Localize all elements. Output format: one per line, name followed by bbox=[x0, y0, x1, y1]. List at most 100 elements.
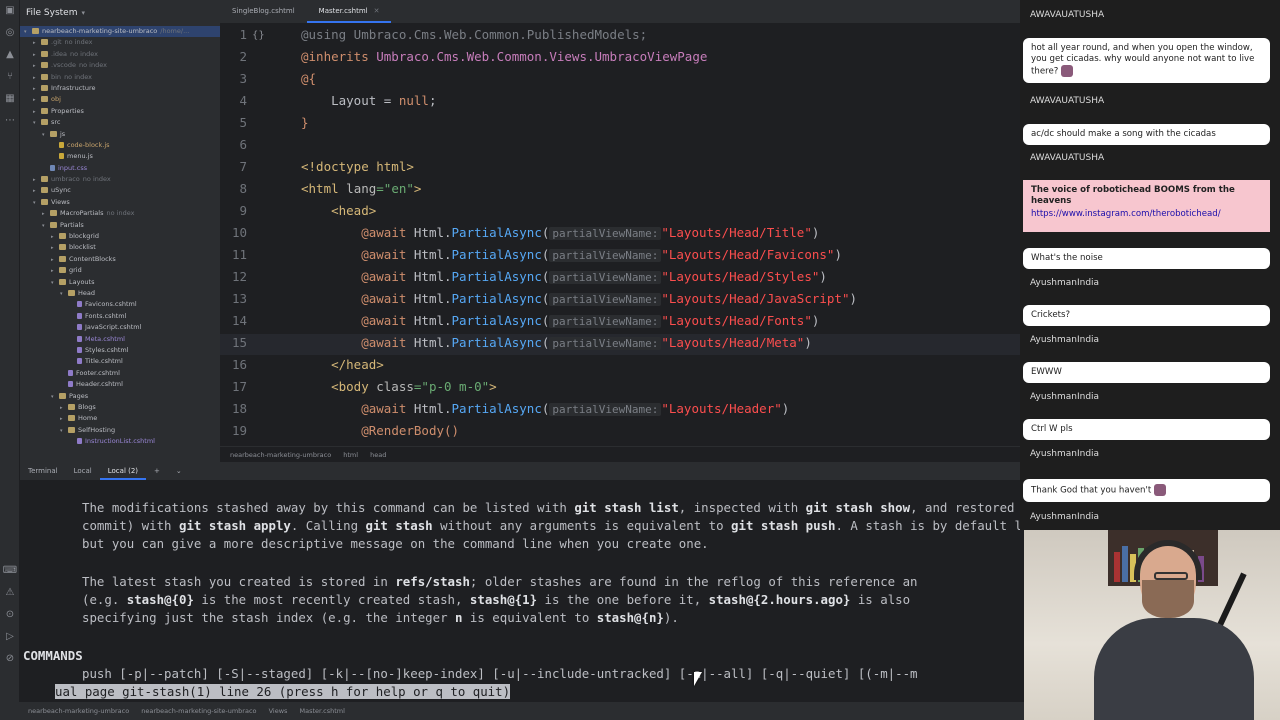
tree-item[interactable]: ▸ uSync bbox=[20, 185, 220, 196]
tab-local[interactable]: Local bbox=[66, 462, 100, 480]
tree-item[interactable]: code-block.js bbox=[20, 140, 220, 151]
tree-item[interactable]: Meta.cshtml bbox=[20, 334, 220, 345]
chat-message: ac/dc should make a song with the cicada… bbox=[1023, 124, 1270, 145]
tree-item[interactable]: ▸ Blogs bbox=[20, 402, 220, 413]
commit-icon[interactable]: ◎ bbox=[0, 22, 20, 44]
problems-icon[interactable]: ⚠ bbox=[0, 582, 20, 604]
tree-item[interactable]: InstructionList.cshtml bbox=[20, 436, 220, 447]
structure-icon[interactable]: ▲ bbox=[0, 44, 20, 66]
tree-root[interactable]: ▾ nearbeach-marketing-site-umbraco/home/.… bbox=[20, 26, 220, 38]
tree-item-label: Title.cshtml bbox=[85, 357, 123, 366]
breadcrumb-item[interactable]: head bbox=[370, 451, 386, 459]
services-icon[interactable]: ⊙ bbox=[0, 604, 20, 626]
chat-message: What's the noise bbox=[1023, 248, 1270, 269]
breadcrumb-item[interactable]: nearbeach-marketing-umbraco bbox=[230, 451, 331, 459]
tree-item[interactable]: ▸ .git no index bbox=[20, 37, 220, 48]
tree-item[interactable]: ▾ SelfHosting bbox=[20, 425, 220, 436]
tree-item[interactable]: input.css bbox=[20, 163, 220, 174]
tree-item-label: grid bbox=[69, 266, 82, 275]
tree-item[interactable]: ▾ js bbox=[20, 129, 220, 140]
packages-icon[interactable]: ▦ bbox=[0, 88, 20, 110]
tree-item[interactable]: ▾ Partials bbox=[20, 220, 220, 231]
chevron-down-icon[interactable]: ▾ bbox=[81, 9, 85, 17]
project-icon[interactable]: ▣ bbox=[0, 0, 20, 22]
add-tab-button[interactable]: + bbox=[146, 462, 168, 480]
tree-item[interactable]: Styles.cshtml bbox=[20, 345, 220, 356]
section-heading: COMMANDS bbox=[23, 648, 83, 663]
terminal-line: The latest stash you created is stored i… bbox=[82, 574, 918, 589]
status-item[interactable]: Views bbox=[269, 707, 288, 715]
alert-link[interactable]: https://www.instagram.com/therobotichead… bbox=[1031, 209, 1262, 220]
tree-item-label: umbraco bbox=[51, 175, 80, 184]
code-line-7: <!doctype html> bbox=[301, 159, 414, 174]
tree-item[interactable]: ▾ Views bbox=[20, 197, 220, 208]
tree-item[interactable]: ▾ Layouts bbox=[20, 277, 220, 288]
more-icon[interactable]: ⋯ bbox=[0, 110, 20, 132]
tree-item[interactable]: Footer.cshtml bbox=[20, 368, 220, 379]
folder-icon bbox=[41, 50, 48, 57]
file-tree: File System ▾ ▾ nearbeach-marketing-site-… bbox=[20, 0, 220, 462]
tree-item[interactable]: ▸ Properties bbox=[20, 106, 220, 117]
git-icon[interactable]: ⑂ bbox=[0, 66, 20, 88]
tree-item-label: ContentBlocks bbox=[69, 254, 116, 263]
tree-item[interactable]: JavaScript.cshtml bbox=[20, 322, 220, 333]
chat-message: Thank God that you haven't bbox=[1023, 479, 1270, 502]
breadcrumb-item[interactable]: html bbox=[343, 451, 358, 459]
tree-item[interactable]: ▸ Home bbox=[20, 413, 220, 424]
folder-icon bbox=[59, 392, 66, 399]
file-icon bbox=[77, 358, 82, 365]
tree-item-label: input.css bbox=[58, 163, 88, 172]
tree-item[interactable]: ▸ bin no index bbox=[20, 72, 220, 83]
tree-item[interactable]: Title.cshtml bbox=[20, 356, 220, 367]
tree-item[interactable]: ▸ ContentBlocks bbox=[20, 254, 220, 265]
tree-item[interactable]: ▸ .vscode no index bbox=[20, 60, 220, 71]
tree-item-label: bin bbox=[51, 72, 62, 81]
status-item[interactable]: nearbeach-marketing-site-umbraco bbox=[141, 707, 256, 715]
status-item[interactable]: Master.cshtml bbox=[299, 707, 344, 715]
tree-root-label: nearbeach-marketing-site-umbraco bbox=[42, 27, 158, 35]
tree-item[interactable]: Fonts.cshtml bbox=[20, 311, 220, 322]
tab-master[interactable]: Master.cshtml ✕ bbox=[306, 0, 392, 23]
folder-icon bbox=[50, 221, 57, 228]
close-icon[interactable]: ✕ bbox=[374, 7, 380, 15]
chevron-down-icon[interactable]: ⌄ bbox=[168, 462, 190, 480]
tab-label: Master.cshtml bbox=[318, 7, 368, 15]
status-item[interactable]: nearbeach-marketing-umbraco bbox=[28, 707, 129, 715]
tree-item[interactable]: ▾ Pages bbox=[20, 391, 220, 402]
chat-message: hot all year round, and when you open th… bbox=[1023, 38, 1270, 83]
run-icon[interactable]: ▷ bbox=[0, 626, 20, 648]
tree-item-label: MacroPartials bbox=[60, 209, 104, 218]
tree-item[interactable]: Favicons.cshtml bbox=[20, 299, 220, 310]
folder-icon bbox=[41, 84, 48, 91]
tree-item[interactable]: ▸ blocklist bbox=[20, 242, 220, 253]
webcam-feed bbox=[1024, 530, 1280, 720]
chat-message: EWWW bbox=[1023, 362, 1270, 383]
tree-item[interactable]: ▸ umbraco no index bbox=[20, 174, 220, 185]
tree-header[interactable]: File System ▾ bbox=[20, 0, 220, 26]
terminal-output[interactable]: The modifications stashed away by this c… bbox=[20, 480, 1024, 702]
file-icon bbox=[77, 335, 82, 342]
terminal-icon[interactable]: ⌨ bbox=[0, 560, 20, 582]
tree-item[interactable]: ▸ grid bbox=[20, 265, 220, 276]
tree-item[interactable]: ▸ Infrastructure bbox=[20, 83, 220, 94]
code-editor[interactable]: {} 1 2 3 4 5 6 7 8 9 10 11 12 13 14 15 16 17 18 19 @using … bbox=[220, 24, 1020, 446]
tree-item[interactable]: ▸ obj bbox=[20, 94, 220, 105]
tab-terminal[interactable]: Terminal bbox=[20, 462, 66, 480]
tree-item[interactable]: menu.js bbox=[20, 151, 220, 162]
tree-item[interactable]: Header.cshtml bbox=[20, 379, 220, 390]
tree-item[interactable]: ▸ MacroPartials no index bbox=[20, 208, 220, 219]
chat-overlay: AWAVAUATUSHA hot all year round, and whe… bbox=[1020, 0, 1280, 530]
line-number: 6 bbox=[239, 137, 247, 152]
tree-item[interactable]: ▸ .idea no index bbox=[20, 49, 220, 60]
tree-item-label: Head bbox=[78, 288, 95, 297]
tree-item[interactable]: ▾ src bbox=[20, 117, 220, 128]
folder-icon bbox=[50, 130, 57, 137]
notifications-icon[interactable]: ⊘ bbox=[0, 648, 20, 670]
tree-item[interactable]: ▾ Head bbox=[20, 288, 220, 299]
tab-singleblog[interactable]: SingleBlog.cshtml bbox=[220, 0, 307, 23]
tab-local-2[interactable]: Local (2) bbox=[99, 462, 147, 480]
tree-item[interactable]: ▸ blockgrid bbox=[20, 231, 220, 242]
line-number: 19 bbox=[231, 423, 247, 438]
line-number: 3 bbox=[239, 71, 247, 86]
mouse-cursor-icon bbox=[694, 672, 702, 686]
